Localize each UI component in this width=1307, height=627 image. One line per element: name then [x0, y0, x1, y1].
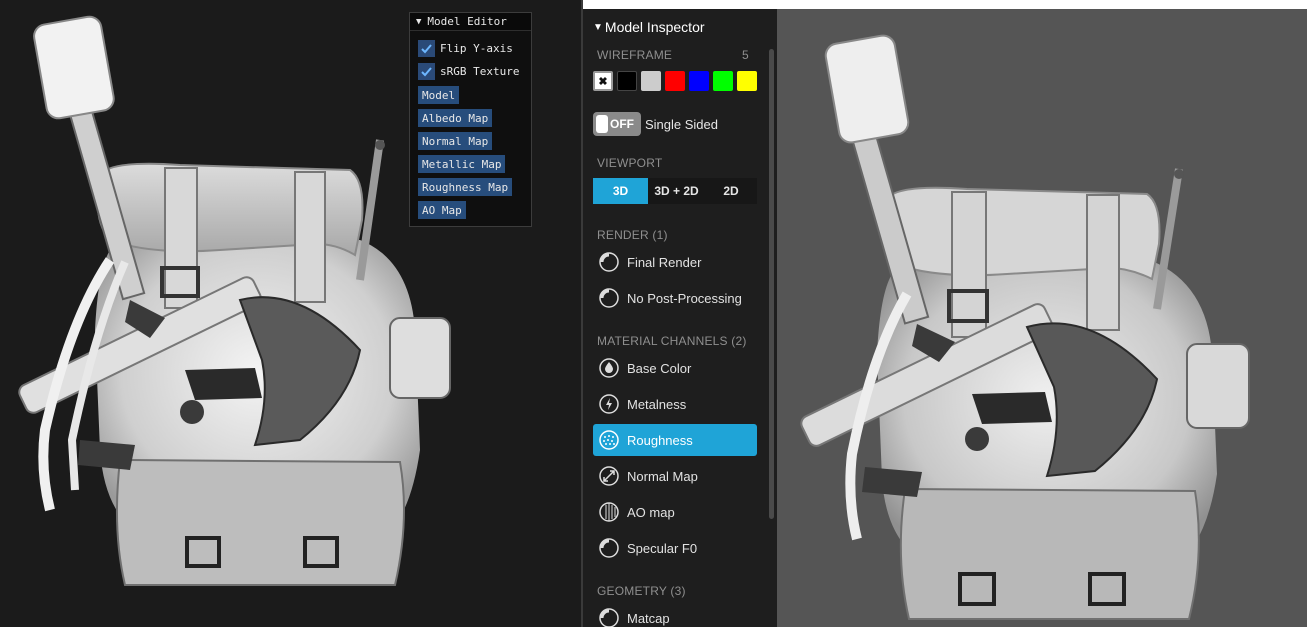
roughness-map-button[interactable]: Roughness Map	[418, 178, 513, 196]
albedo-map-button[interactable]: Albedo Map	[418, 109, 493, 127]
checkmark-icon[interactable]	[418, 40, 435, 57]
flip-y-axis-checkbox[interactable]: Flip Y-axis	[418, 40, 513, 57]
ao-map-label: AO map	[627, 504, 675, 520]
checkmark-icon[interactable]	[418, 63, 435, 80]
sphere-shade-icon	[599, 608, 619, 627]
matcap-label: Matcap	[627, 610, 670, 626]
metalness-item[interactable]: Metalness	[593, 388, 757, 420]
single-sided-label: Single Sided	[645, 117, 718, 132]
sphere-shade-icon	[599, 288, 619, 308]
metallic-map-button[interactable]: Metallic Map	[418, 155, 506, 173]
backpack-model-render-right	[800, 34, 1250, 620]
no-post-processing-label: No Post-Processing	[627, 290, 742, 306]
wireframe-color-green-swatch[interactable]	[713, 71, 733, 91]
wireframe-color-none-swatch[interactable]: ✖	[593, 71, 613, 91]
dotted-sphere-icon	[599, 430, 619, 450]
close-icon: ✖	[598, 75, 608, 88]
right-3d-viewport[interactable]	[777, 9, 1307, 627]
wireframe-color-blue-swatch[interactable]	[689, 71, 709, 91]
no-post-processing-item[interactable]: No Post-Processing	[593, 282, 757, 314]
inspector-scrollbar[interactable]	[769, 49, 774, 519]
matcap-item[interactable]: Matcap	[593, 602, 757, 627]
specular-f0-item[interactable]: Specular F0	[593, 532, 757, 564]
color-drop-icon	[599, 358, 619, 378]
top-bar	[583, 0, 1307, 9]
roughness-label: Roughness	[627, 432, 693, 448]
normal-map-item[interactable]: Normal Map	[593, 460, 757, 492]
viewport-label: VIEWPORT	[597, 156, 663, 170]
lightning-icon	[599, 394, 619, 414]
model-editor-header[interactable]: ▼ Model Editor	[410, 13, 531, 31]
flip-y-axis-label: Flip Y-axis	[440, 42, 513, 55]
material-channels-label: MATERIAL CHANNELS (2)	[597, 334, 747, 348]
model-editor-panel[interactable]: ▼ Model Editor Flip Y-axis sRGB Texture …	[409, 12, 532, 227]
base-color-item[interactable]: Base Color	[593, 352, 757, 384]
normal-map-button[interactable]: Normal Map	[418, 132, 493, 150]
viewport-2d-button[interactable]: 2D	[705, 178, 757, 204]
geometry-label: GEOMETRY (3)	[597, 584, 686, 598]
ao-map-button[interactable]: AO Map	[418, 201, 466, 219]
srgb-texture-checkbox[interactable]: sRGB Texture	[418, 63, 519, 80]
wireframe-color-yellow-swatch[interactable]	[737, 71, 757, 91]
wireframe-color-red-swatch[interactable]	[665, 71, 685, 91]
inspector-header[interactable]: ▼ Model Inspector	[593, 19, 705, 35]
normal-arrows-icon	[599, 466, 619, 486]
inspector-title: Model Inspector	[604, 19, 705, 35]
wireframe-label: WIREFRAME	[597, 48, 673, 62]
viewport-3d-button[interactable]: 3D	[593, 178, 648, 204]
normal-map-label: Normal Map	[627, 468, 698, 484]
base-color-label: Base Color	[627, 360, 692, 376]
toggle-state-text: OFF	[610, 117, 634, 131]
wireframe-color-gray-swatch[interactable]	[641, 71, 661, 91]
roughness-item[interactable]: Roughness	[593, 424, 757, 456]
collapse-triangle-icon[interactable]: ▼	[593, 22, 603, 33]
final-render-label: Final Render	[627, 254, 702, 270]
final-render-item[interactable]: Final Render	[593, 246, 757, 278]
model-inspector-panel[interactable]: ▼ Model Inspector WIREFRAME 5 ✖ OFF Sing…	[583, 9, 777, 627]
model-editor-title: Model Editor	[427, 15, 507, 28]
metalness-label: Metalness	[627, 396, 687, 412]
single-sided-toggle[interactable]: OFF	[593, 112, 641, 136]
sphere-shade-icon	[599, 538, 619, 558]
left-3d-viewport[interactable]: ▼ Model Editor Flip Y-axis sRGB Texture …	[0, 0, 581, 627]
ao-map-item[interactable]: AO map	[593, 496, 757, 528]
striped-sphere-icon	[599, 502, 619, 522]
specular-f0-label: Specular F0	[627, 540, 698, 556]
wireframe-color-black-swatch[interactable]	[617, 71, 637, 91]
collapse-triangle-icon[interactable]: ▼	[416, 17, 421, 27]
viewport-3d-2d-button[interactable]: 3D + 2D	[648, 178, 705, 204]
wireframe-count: 5	[742, 48, 749, 62]
toggle-knob	[596, 115, 608, 133]
model-button[interactable]: Model	[418, 86, 460, 104]
srgb-texture-label: sRGB Texture	[440, 65, 520, 78]
sphere-shade-icon	[599, 252, 619, 272]
render-label: RENDER (1)	[597, 228, 668, 242]
